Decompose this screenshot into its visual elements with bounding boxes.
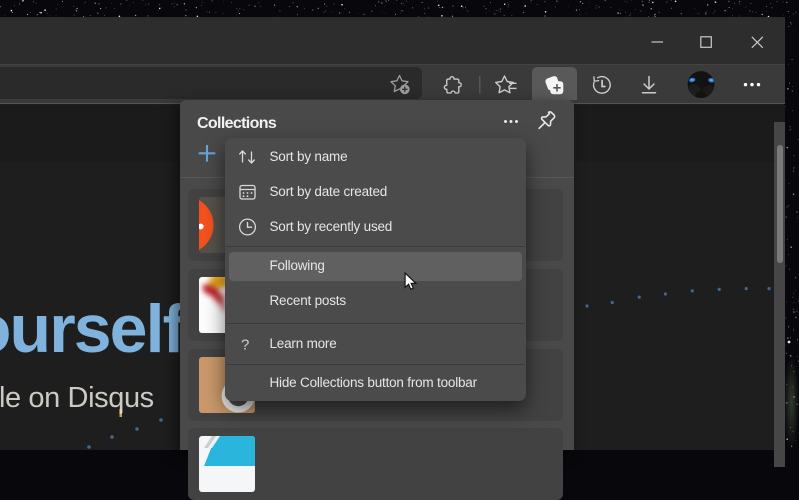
svg-text:?: ? <box>241 337 249 354</box>
